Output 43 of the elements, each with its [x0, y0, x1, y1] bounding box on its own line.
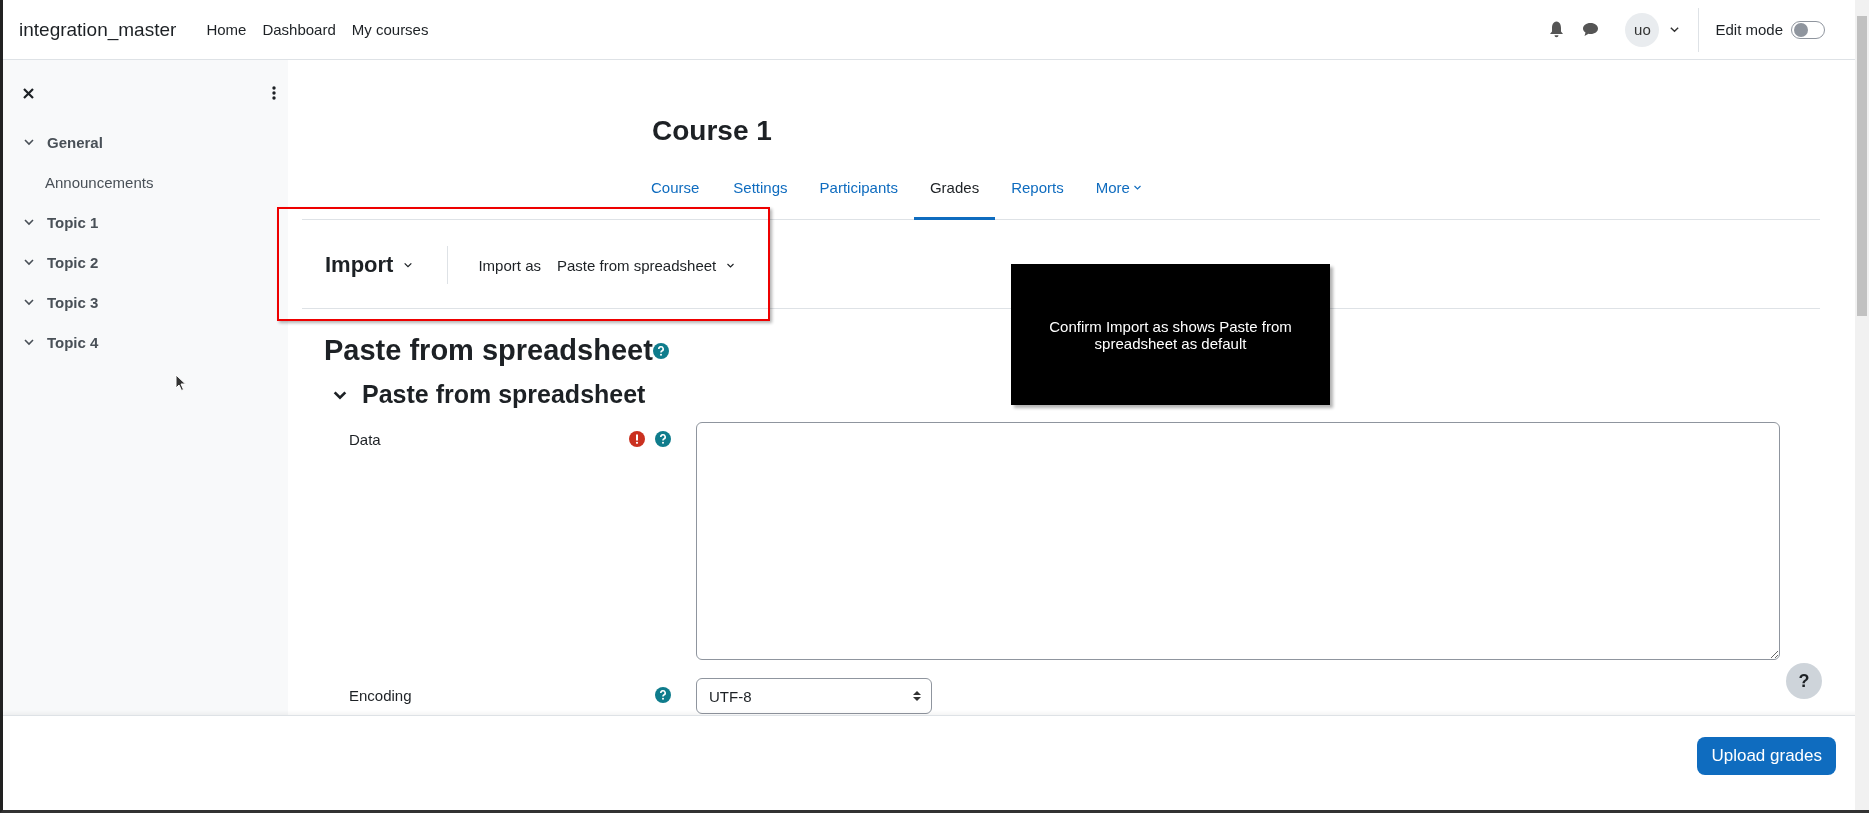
- site-name[interactable]: integration_master: [19, 18, 177, 41]
- import-menu-button[interactable]: Import: [325, 252, 414, 278]
- section-link[interactable]: Topic 4: [47, 333, 99, 351]
- nav-link[interactable]: My courses: [351, 21, 429, 38]
- section-link[interactable]: Topic 2: [47, 253, 99, 271]
- course-tab[interactable]: More: [1079, 165, 1158, 220]
- page-heading: Paste from spreadsheet: [324, 334, 653, 367]
- course-tab[interactable]: Settings: [717, 165, 804, 220]
- section-link[interactable]: Topic 1: [47, 213, 99, 231]
- encoding-select[interactable]: UTF-8: [696, 678, 932, 714]
- field-label: Data: [349, 431, 381, 450]
- help-icon[interactable]: [655, 431, 671, 447]
- section-link[interactable]: General: [47, 133, 103, 151]
- course-tab[interactable]: Grades: [913, 165, 996, 220]
- help-button[interactable]: ?: [1786, 663, 1822, 699]
- course-tab[interactable]: Reports: [995, 165, 1080, 220]
- edit-mode-label: Edit mode: [1715, 21, 1783, 38]
- activity-link[interactable]: Announcements: [45, 173, 154, 191]
- caret-icon: [1132, 183, 1142, 192]
- nav-link[interactable]: Home: [206, 21, 247, 38]
- scrollbar[interactable]: [1855, 0, 1869, 810]
- course-tab[interactable]: Course: [649, 165, 718, 220]
- upload-grades-button[interactable]: Upload grades: [1697, 737, 1836, 775]
- import-as-label: Import as: [478, 256, 541, 274]
- help-icon[interactable]: [655, 687, 671, 703]
- nav-link[interactable]: Dashboard: [262, 21, 336, 38]
- caret-icon: [403, 260, 414, 270]
- annotation-note: Confirm Import as shows Paste from spreadsheet as default: [1011, 264, 1330, 405]
- more-vertical-icon[interactable]: [272, 86, 276, 100]
- import-type-dropdown[interactable]: Paste from spreadsheet: [557, 256, 736, 274]
- help-icon[interactable]: [652, 342, 669, 359]
- required-icon: [629, 431, 645, 447]
- user-avatar[interactable]: uo: [1625, 12, 1660, 47]
- chat-bubble-icon[interactable]: [1582, 22, 1600, 37]
- field-label: Encoding: [349, 687, 412, 706]
- section-link[interactable]: Topic 3: [47, 293, 99, 311]
- bell-icon[interactable]: [1549, 21, 1565, 38]
- mouse-cursor-icon: [175, 374, 187, 392]
- course-title: Course 1: [652, 114, 773, 148]
- close-icon[interactable]: [23, 87, 34, 99]
- course-tab[interactable]: Participants: [803, 165, 914, 220]
- section-heading[interactable]: Paste from spreadsheet: [362, 380, 646, 409]
- sort-arrows-icon: [913, 690, 921, 702]
